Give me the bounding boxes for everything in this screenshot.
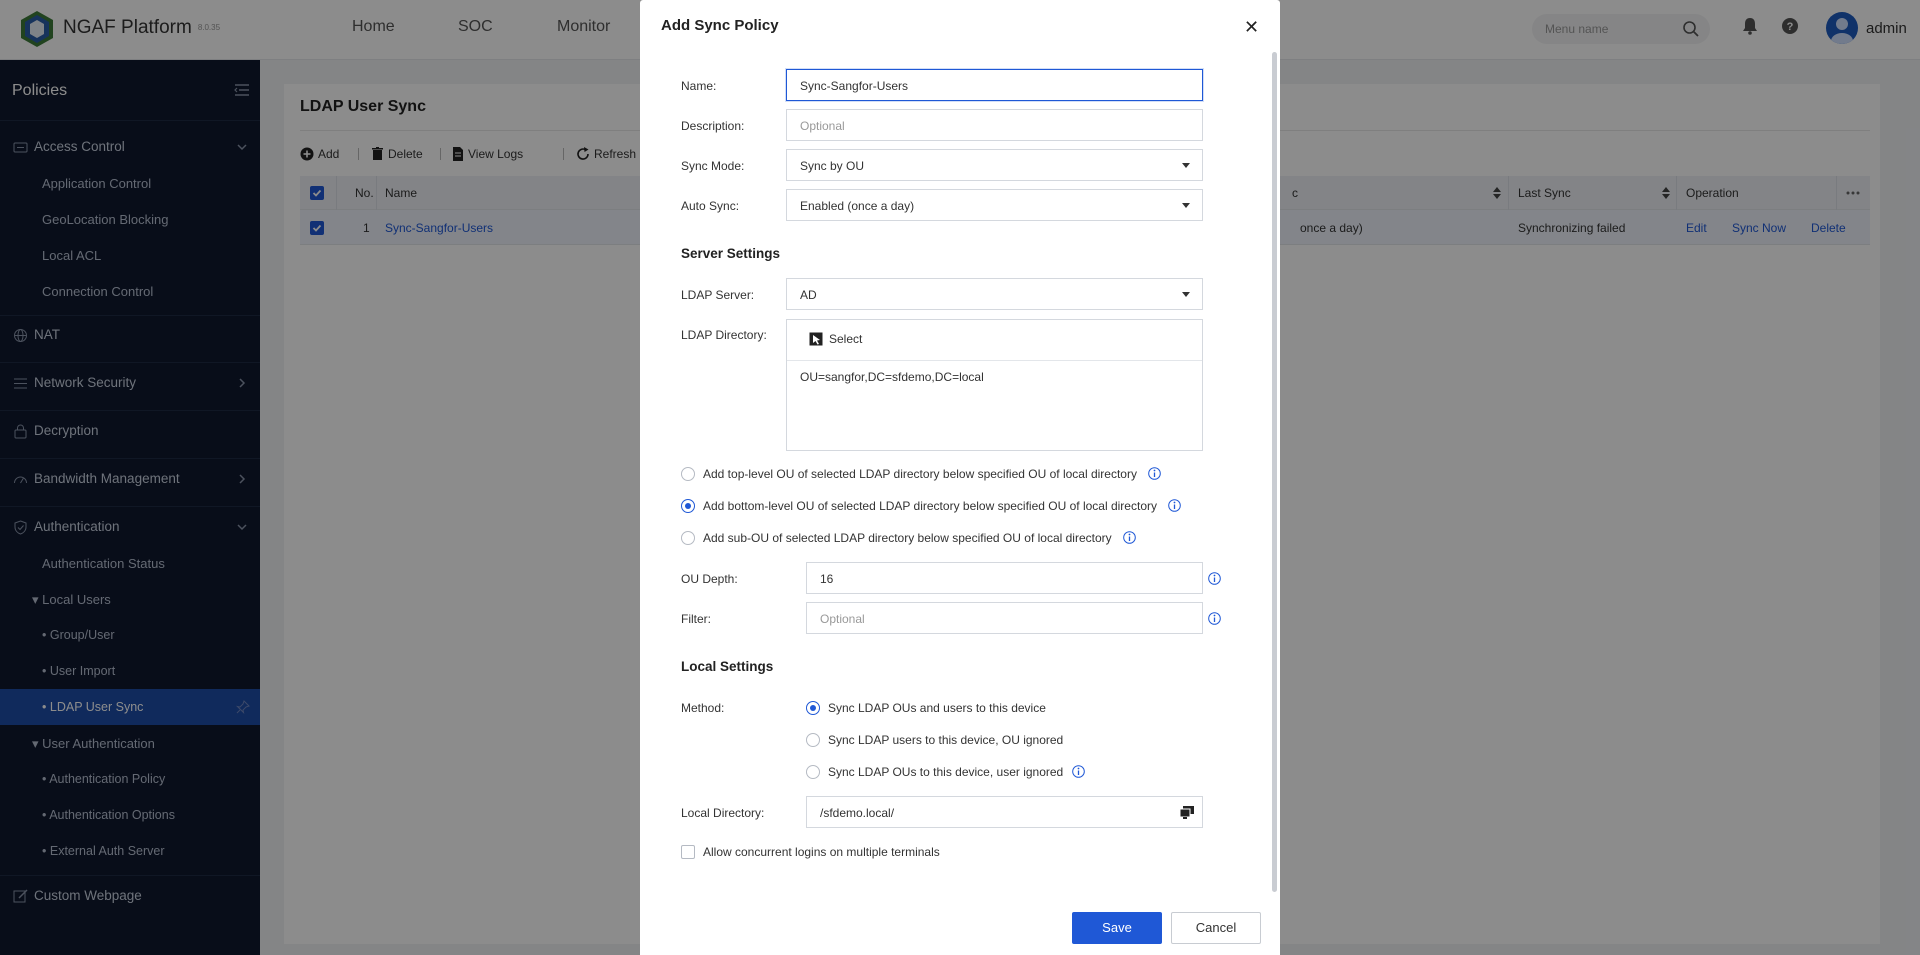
name-value: Sync-Sangfor-Users — [800, 79, 909, 93]
select-label: Select — [829, 332, 863, 346]
select-tree-icon — [809, 332, 823, 346]
info-icon[interactable] — [1148, 467, 1161, 480]
info-icon[interactable] — [1072, 765, 1085, 778]
method-users-only-radio[interactable] — [806, 733, 820, 747]
close-icon[interactable]: ✕ — [1244, 17, 1259, 38]
dialog-title: Add Sync Policy — [661, 17, 779, 34]
ldap-server-value: AD — [800, 288, 817, 302]
cancel-button[interactable]: Cancel — [1171, 912, 1261, 944]
ldap-directory-toolbar: Select — [787, 320, 1202, 361]
info-icon[interactable] — [1123, 531, 1136, 544]
ou-option-top-level-radio[interactable] — [681, 467, 695, 481]
description-input[interactable]: Optional — [786, 109, 1203, 141]
ldap-server-label: LDAP Server: — [681, 288, 755, 302]
concurrent-logins-checkbox[interactable] — [681, 845, 695, 859]
sync-mode-select[interactable]: Sync by OU — [786, 149, 1203, 181]
server-settings-heading: Server Settings — [681, 246, 781, 261]
filter-placeholder: Optional — [820, 612, 865, 626]
method-ous-only-radio[interactable] — [806, 765, 820, 779]
sync-mode-label: Sync Mode: — [681, 159, 745, 173]
ou-option-bottom-level-radio[interactable] — [681, 499, 695, 513]
ou-option-sub-ou-label[interactable]: Add sub-OU of selected LDAP directory be… — [703, 531, 1112, 545]
dropdown-arrow-icon — [1182, 163, 1190, 168]
local-directory-label: Local Directory: — [681, 806, 765, 820]
local-directory-value: /sfdemo.local/ — [820, 806, 895, 820]
ou-option-bottom-level-label[interactable]: Add bottom-level OU of selected LDAP dir… — [703, 499, 1157, 513]
dropdown-arrow-icon — [1182, 292, 1190, 297]
method-ous-and-users-radio[interactable] — [806, 701, 820, 715]
local-directory-input[interactable]: /sfdemo.local/ — [806, 796, 1203, 828]
name-input[interactable]: Sync-Sangfor-Users — [786, 69, 1203, 101]
description-placeholder: Optional — [800, 119, 845, 133]
ou-depth-value: 16 — [820, 572, 834, 586]
method-ous-only-label[interactable]: Sync LDAP OUs to this device, user ignor… — [828, 765, 1063, 779]
info-icon[interactable] — [1208, 612, 1221, 625]
dialog-scrollbar[interactable] — [1272, 52, 1277, 892]
ou-depth-label: OU Depth: — [681, 572, 738, 586]
info-icon[interactable] — [1168, 499, 1181, 512]
auto-sync-label: Auto Sync: — [681, 199, 740, 213]
name-label: Name: — [681, 79, 717, 93]
auto-sync-select[interactable]: Enabled (once a day) — [786, 189, 1203, 221]
ldap-directory-box: Select OU=sangfor,DC=sfdemo,DC=local — [786, 319, 1203, 451]
concurrent-logins-label[interactable]: Allow concurrent logins on multiple term… — [703, 845, 940, 859]
description-label: Description: — [681, 119, 745, 133]
ldap-directory-label: LDAP Directory: — [681, 328, 767, 342]
ldap-server-select[interactable]: AD — [786, 278, 1203, 310]
method-ous-and-users-label[interactable]: Sync LDAP OUs and users to this device — [828, 701, 1046, 715]
ldap-directory-value: OU=sangfor,DC=sfdemo,DC=local — [800, 370, 984, 384]
method-label: Method: — [681, 701, 725, 715]
save-button[interactable]: Save — [1072, 912, 1162, 944]
select-directory-button[interactable]: Select — [809, 332, 862, 346]
add-sync-policy-dialog: Add Sync Policy ✕ Name: Sync-Sangfor-Use… — [640, 0, 1280, 955]
ou-option-sub-ou-radio[interactable] — [681, 531, 695, 545]
info-icon[interactable] — [1208, 572, 1221, 585]
method-users-only-label[interactable]: Sync LDAP users to this device, OU ignor… — [828, 733, 1063, 747]
local-settings-heading: Local Settings — [681, 659, 774, 674]
filter-label: Filter: — [681, 612, 711, 626]
browse-directory-icon[interactable] — [1180, 806, 1194, 819]
sync-mode-value: Sync by OU — [800, 159, 865, 173]
auto-sync-value: Enabled (once a day) — [800, 199, 915, 213]
ou-depth-input[interactable]: 16 — [806, 562, 1203, 594]
dropdown-arrow-icon — [1182, 203, 1190, 208]
ou-option-top-level-label[interactable]: Add top-level OU of selected LDAP direct… — [703, 467, 1137, 481]
filter-input[interactable]: Optional — [806, 602, 1203, 634]
